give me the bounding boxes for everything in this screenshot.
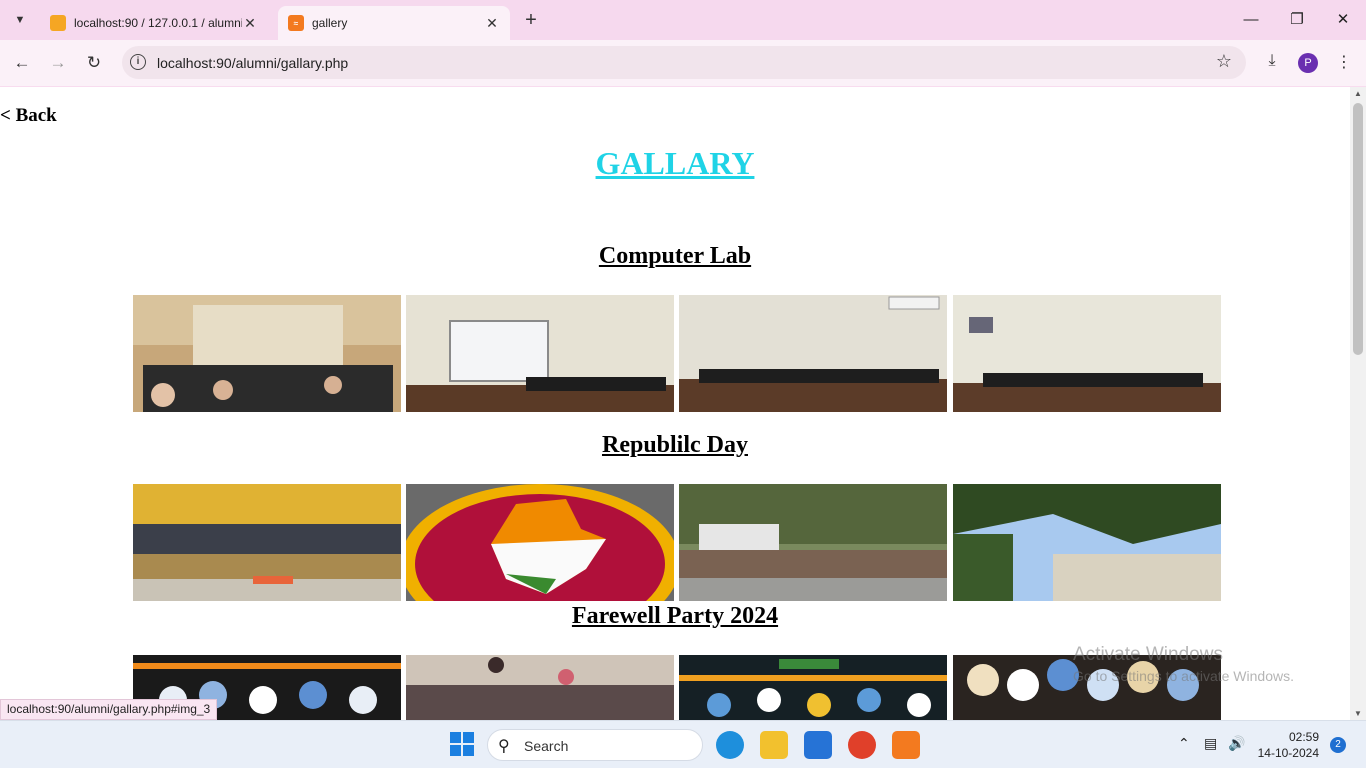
page-scrollbar[interactable]: ▲ ▼ [1350, 87, 1366, 720]
browser-toolbar: ← → ↻ i localhost:90/alumni/gallary.php … [0, 40, 1366, 86]
phpmyadmin-icon [50, 15, 66, 31]
date-text: 14-10-2024 [1257, 746, 1319, 760]
chevron-down-icon: ▼ [14, 14, 26, 26]
gallery-image[interactable] [406, 484, 674, 601]
tab-gallery[interactable]: ≈ gallery ✕ [278, 6, 510, 40]
tab-phpmyadmin[interactable]: localhost:90 / 127.0.0.1 / alumni ✕ [40, 6, 268, 40]
new-tab-button[interactable]: + [520, 9, 542, 31]
minimize-button[interactable]: — [1228, 8, 1274, 32]
windows-start-icon[interactable] [449, 731, 477, 759]
link-status-bar: localhost:90/alumni/gallary.php#img_3 [0, 699, 218, 720]
xampp-icon: ≈ [288, 15, 304, 31]
chevron-up-icon[interactable]: ⌃ [1178, 735, 1190, 752]
activate-windows-watermark: Activate Windows Go to Settings to activ… [1073, 644, 1294, 684]
gallery-image[interactable] [679, 655, 947, 720]
restore-button[interactable]: ❐ [1274, 8, 1320, 32]
back-link[interactable]: < Back [0, 105, 57, 127]
watermark-title: Activate Windows [1073, 644, 1223, 665]
gallery-image[interactable] [133, 484, 401, 601]
section-title-farewell-party: Farewell Party 2024 [571, 603, 779, 629]
page-title[interactable]: GALLARY [0, 145, 1350, 182]
volume-icon[interactable]: 🔊 [1228, 735, 1245, 752]
edge-icon[interactable] [716, 731, 744, 759]
scroll-up-icon[interactable]: ▲ [1354, 89, 1362, 98]
taskbar: ⚲ Search ⌃ ▤ 🔊 02:59 14-10-2024 2 [0, 720, 1366, 768]
gallery-image[interactable] [406, 655, 674, 720]
address-bar[interactable]: i localhost:90/alumni/gallary.php ☆ [122, 46, 1246, 79]
watermark-subtitle: Go to Settings to activate Windows. [1073, 668, 1294, 684]
clock[interactable]: 02:59 14-10-2024 [1256, 729, 1319, 761]
forward-arrow-icon[interactable]: → [46, 51, 70, 75]
gallery-image[interactable] [953, 484, 1221, 601]
close-icon[interactable]: ✕ [242, 15, 258, 32]
tab-strip: ▼ localhost:90 / 127.0.0.1 / alumni ✕ ≈ … [0, 0, 1366, 40]
gallery-image[interactable] [679, 295, 947, 412]
url-text[interactable]: localhost:90/alumni/gallary.php [157, 55, 348, 71]
file-explorer-icon[interactable] [760, 731, 788, 759]
reload-icon[interactable]: ↻ [82, 51, 106, 75]
section-title-computer-lab: Computer Lab [598, 243, 752, 269]
chrome-icon[interactable] [848, 731, 876, 759]
gallery-image[interactable] [679, 484, 947, 601]
search-icon: ⚲ [498, 738, 510, 755]
back-arrow-icon[interactable]: ← [10, 51, 34, 75]
close-icon[interactable]: ✕ [484, 15, 500, 32]
search-label: Search [524, 738, 569, 754]
scroll-down-icon[interactable]: ▼ [1354, 709, 1362, 718]
more-menu-icon[interactable]: ⋮ [1334, 52, 1354, 76]
xampp-icon[interactable] [892, 731, 920, 759]
gallery-image[interactable] [133, 295, 401, 412]
tab-title: gallery [312, 16, 348, 30]
scrollbar-thumb[interactable] [1353, 103, 1363, 355]
download-icon[interactable]: ⤓ [1260, 52, 1284, 76]
site-info-icon[interactable]: i [130, 54, 146, 70]
taskbar-search[interactable]: ⚲ Search [487, 729, 703, 761]
network-icon[interactable]: ▤ [1204, 735, 1217, 752]
bookmark-star-icon[interactable]: ☆ [1216, 51, 1232, 72]
page-content: < Back GALLARY Computer Lab Republilc Da… [0, 87, 1350, 720]
tab-search-button[interactable]: ▼ [8, 8, 32, 32]
tab-title: localhost:90 / 127.0.0.1 / alumni [74, 16, 242, 30]
gallery-image[interactable] [406, 295, 674, 412]
notification-badge[interactable]: 2 [1330, 737, 1346, 753]
section-title-republic-day: Republilc Day [601, 432, 748, 458]
profile-avatar[interactable]: P [1298, 53, 1318, 73]
time-text: 02:59 [1288, 730, 1319, 744]
close-window-button[interactable]: ✕ [1320, 8, 1366, 32]
store-icon[interactable] [804, 731, 832, 759]
gallery-image[interactable] [953, 295, 1221, 412]
